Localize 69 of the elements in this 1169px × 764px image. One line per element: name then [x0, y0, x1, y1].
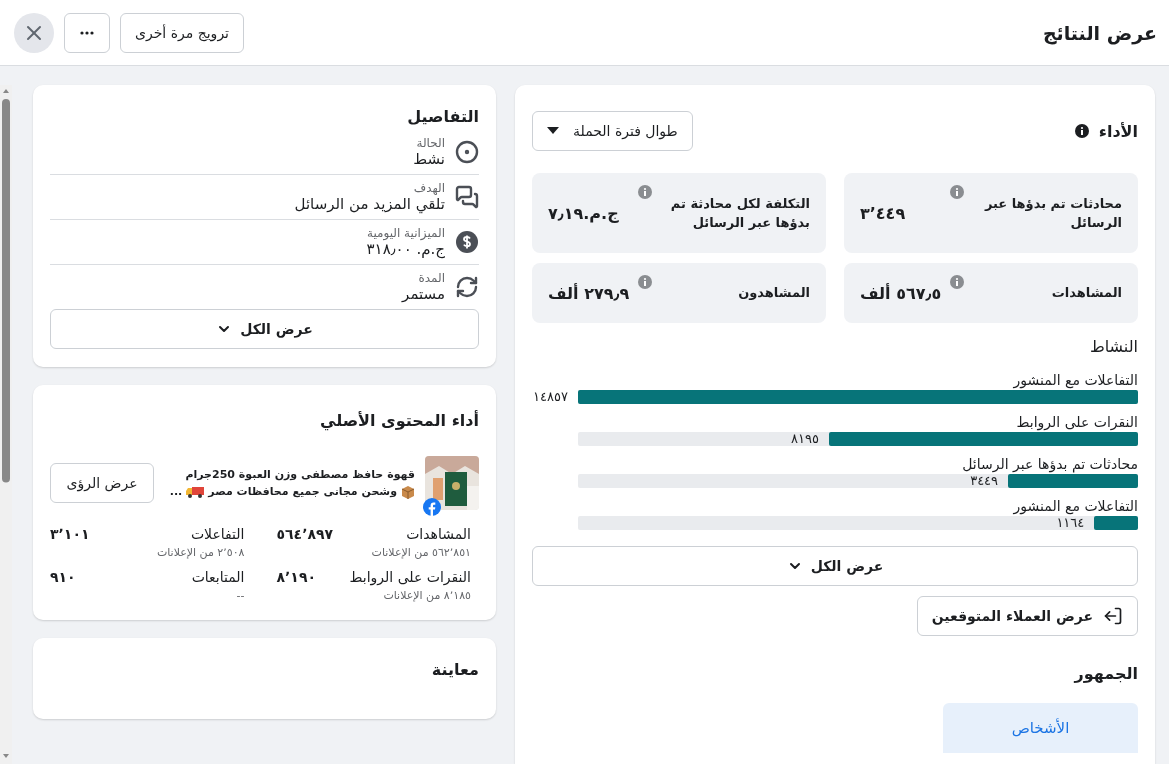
bar-label: التفاعلات مع المنشور: [1012, 372, 1138, 388]
bar-value: ٨١٩٥: [790, 430, 819, 448]
view-leads-button[interactable]: عرض العملاء المتوقعين: [916, 596, 1138, 636]
metric-label: المشاهدون: [737, 284, 810, 303]
bar-value: ٣٤٤٩: [970, 473, 999, 490]
bar-value: ١٤٨٥٧: [533, 388, 568, 406]
detail-label: الهدف: [412, 181, 445, 195]
export-icon: [1103, 606, 1123, 626]
section-title: معاينة: [430, 660, 479, 679]
stat-subtext: ٥٦٢٬٨٥١ من الإعلانات: [371, 546, 471, 559]
page-title: عرض النتائج: [1042, 21, 1157, 44]
period-dropdown[interactable]: طوال فترة الحملة: [532, 111, 693, 151]
stat-label: المتابعات: [191, 569, 245, 585]
bar-label: النقرات على الروابط: [1015, 414, 1138, 430]
metric-label: المشاهدات: [1050, 284, 1122, 303]
radio-icon: [455, 140, 479, 164]
bar-label: محادثات تم بدؤها عبر الرسائل: [961, 456, 1138, 472]
truck-icon: [186, 485, 205, 498]
info-icon: [1074, 124, 1089, 138]
more-icon: [80, 30, 94, 35]
stat-value: ٥٦٤٬٨٩٧: [276, 526, 334, 544]
info-icon: [638, 185, 652, 199]
section-title: النشاط: [1088, 337, 1138, 356]
section-title: الأداء: [1098, 121, 1138, 141]
stat-subtext: ٨٬١٨٥ من الإعلانات: [382, 589, 471, 602]
view-insights-button[interactable]: عرض الرؤى: [50, 463, 154, 503]
detail-value: نشط: [413, 150, 445, 168]
show-all-button[interactable]: عرض الكل: [50, 309, 479, 349]
stat-label: النقرات على الروابط: [349, 569, 471, 585]
dollar-icon: [455, 230, 479, 254]
stat-value: ٣٬١٠١: [50, 526, 90, 544]
stat-value: ٨٬١٩٠: [276, 569, 316, 587]
info-icon: [950, 275, 964, 289]
detail-value: مستمر: [402, 285, 445, 303]
metric-value: ٢٧٩٫٩ ألف: [548, 283, 630, 303]
detail-label: المدة: [417, 271, 445, 285]
detail-label: الميزانية اليومية: [366, 226, 445, 240]
show-all-button[interactable]: عرض الكل: [532, 546, 1138, 586]
section-title: أداء المحتوى الأصلي: [318, 411, 479, 430]
detail-label: الحالة: [415, 136, 445, 150]
section-title: التفاصيل: [406, 107, 479, 126]
stat-subtext: --: [235, 589, 245, 602]
chat-icon: [455, 185, 479, 209]
facebook-icon: [423, 498, 441, 516]
detail-value: ج.م. ٣١٨٫٠٠: [366, 240, 445, 258]
package-icon: [401, 484, 415, 499]
detail-value: تلقي المزيد من الرسائل: [294, 195, 445, 213]
ellipsis: ...: [169, 485, 183, 498]
refresh-icon: [455, 275, 479, 299]
metric-value: ٣٬٤٤٩: [860, 203, 906, 223]
metric-label: محادثات تم بدؤها عبر الرسائل: [983, 194, 1122, 232]
post-title: وشحن مجانى جميع محافظات مصر: [208, 485, 397, 498]
stat-subtext: ٢٬٥٠٨ من الإعلانات: [156, 546, 245, 559]
stat-label: التفاعلات: [189, 526, 245, 542]
audience-tab[interactable]: الأشخاص: [943, 703, 1138, 753]
post-title: قهوة حافظ مصطفى وزن العبوة 250جرام: [184, 467, 415, 481]
metric-value: ٥٦٧٫٥ ألف: [860, 283, 942, 303]
metric-label: التكلفة لكل محادثة تم بدؤها عبر الرسائل: [669, 194, 810, 232]
caret-icon: [547, 127, 559, 135]
section-title: الجمهور: [1072, 664, 1138, 683]
metric-value: ج.م.٧٫١٩: [548, 203, 619, 223]
stat-value: ٩١٠: [50, 569, 76, 587]
info-icon: [950, 185, 964, 199]
stat-label: المشاهدات: [405, 526, 471, 542]
bar-label: التفاعلات مع المنشور: [1012, 498, 1138, 514]
promote-again-button[interactable]: ترويج مرة أخرى: [120, 12, 244, 53]
bar-value: ١١٦٤: [1056, 515, 1085, 532]
close-button[interactable]: [14, 12, 54, 53]
info-icon: [638, 275, 652, 289]
